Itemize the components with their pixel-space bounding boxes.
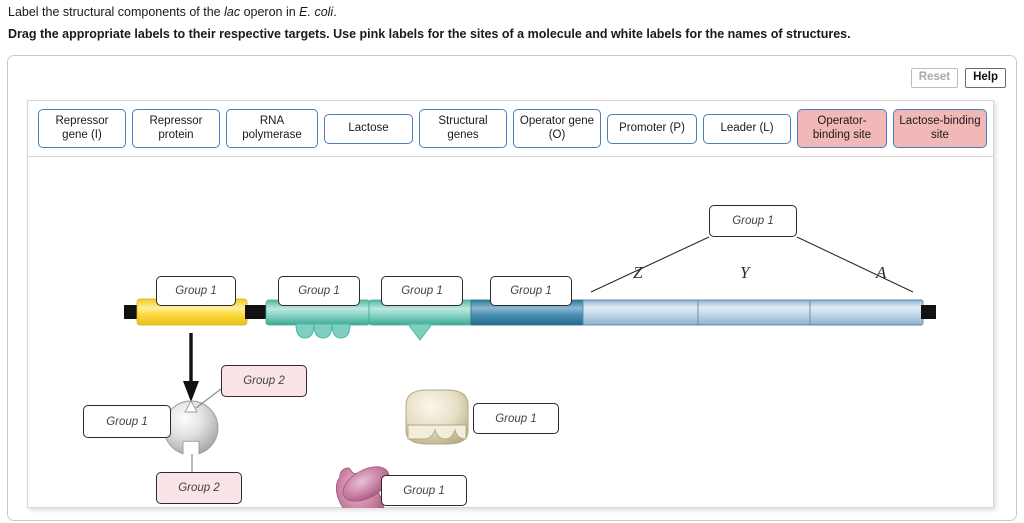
prompt-line-1: Label the structural components of the l… [8, 5, 337, 19]
target-label: Group 1 [106, 415, 148, 428]
target-lactose-binding-site[interactable]: Group 2 [156, 472, 242, 504]
target-label: Group 1 [495, 412, 537, 425]
label-chip-text: Operator-binding site [812, 115, 872, 141]
reset-button[interactable]: Reset [910, 68, 959, 88]
label-chip-text: Lactose-binding site [899, 115, 981, 141]
label-chip-text: RNA polymerase [242, 115, 302, 141]
label-chip-text: Leader (L) [720, 121, 774, 134]
dna-linker-black [245, 305, 267, 319]
label-chip-7[interactable]: Leader (L) [703, 113, 791, 144]
target-label: Group 1 [732, 215, 774, 227]
target-promoter[interactable]: Group 1 [278, 276, 360, 306]
label-bank: Repressor gene (I) Repressor protein RNA poly… [28, 101, 993, 157]
target-label: Group 1 [175, 285, 217, 297]
label-chip-3[interactable]: Lactose [324, 113, 413, 144]
label-chip-8[interactable]: Operator-binding site [797, 109, 887, 148]
label-chip-0[interactable]: Repressor gene (I) [38, 109, 126, 148]
help-button[interactable]: Help [965, 68, 1006, 88]
target-structural-genes[interactable]: Group 1 [709, 205, 797, 237]
target-lactose[interactable]: Group 1 [381, 475, 467, 506]
structural-gene-y [697, 299, 812, 326]
target-label: Group 1 [403, 484, 445, 497]
activity-panel: Reset Help Repressor gene (I) Repressor pro… [7, 55, 1017, 521]
repressor-protein-shape [163, 400, 219, 455]
lac-operon-strand [124, 236, 936, 508]
prompt-italic-lac: lac [224, 5, 241, 19]
promoter-binding-bumps [295, 323, 351, 339]
prompt-line-2: Drag the appropriate labels to their res… [8, 27, 851, 41]
prompt-text-mid: operon in [240, 5, 300, 19]
label-chip-1[interactable]: Repressor protein [132, 109, 220, 148]
prompt-text-pre: Label the structural components of the [8, 5, 225, 19]
dna-end-cap-right [921, 305, 936, 319]
target-label: Group 2 [178, 482, 220, 494]
operon-diagram: Z Y A Group 1 Group 1 Group 1 Group 1 Group … [28, 157, 995, 508]
operator-binding-triangle [407, 323, 433, 341]
target-repressor-gene[interactable]: Group 1 [156, 276, 236, 306]
target-repressor-protein[interactable]: Group 1 [83, 405, 171, 438]
structural-gene-z [582, 299, 700, 326]
target-label: Group 2 [243, 375, 285, 387]
label-chip-text: Repressor protein [149, 115, 203, 141]
target-label: Group 1 [401, 285, 443, 297]
gene-letter-z: Z [633, 263, 643, 282]
label-chip-text: Operator gene (O) [519, 115, 595, 141]
target-operator-binding-site[interactable]: Group 2 [221, 365, 307, 397]
target-label: Group 1 [298, 285, 340, 297]
toolbar: Reset Help [910, 68, 1006, 88]
gene-letter-a: A [876, 263, 887, 282]
target-rna-polymerase[interactable]: Group 1 [473, 403, 559, 434]
label-chip-text: Structural genes [438, 115, 488, 141]
label-chip-2[interactable]: RNA polymerase [226, 109, 318, 148]
label-chip-4[interactable]: Structural genes [419, 109, 507, 148]
operator-binding-leader-line [195, 388, 222, 409]
label-chip-9[interactable]: Lactose-binding site [893, 109, 987, 148]
label-chip-6[interactable]: Promoter (P) [607, 113, 697, 144]
label-chip-text: Promoter (P) [619, 121, 685, 134]
label-chip-text: Repressor gene (I) [55, 115, 109, 141]
target-operator[interactable]: Group 1 [381, 276, 463, 306]
label-chip-text: Lactose [348, 121, 389, 134]
gene-letter-y: Y [740, 263, 750, 282]
workspace-panel: Repressor gene (I) Repressor protein RNA poly… [27, 100, 994, 508]
structural-gene-a [809, 299, 924, 326]
transcription-arrow [183, 333, 199, 402]
label-chip-5[interactable]: Operator gene (O) [513, 109, 601, 148]
target-label: Group 1 [510, 285, 552, 297]
target-leader[interactable]: Group 1 [490, 276, 572, 306]
prompt-text-post: . [333, 5, 337, 19]
rna-polymerase-shape [405, 389, 469, 445]
prompt-italic-ecoli: E. coli [299, 5, 334, 19]
